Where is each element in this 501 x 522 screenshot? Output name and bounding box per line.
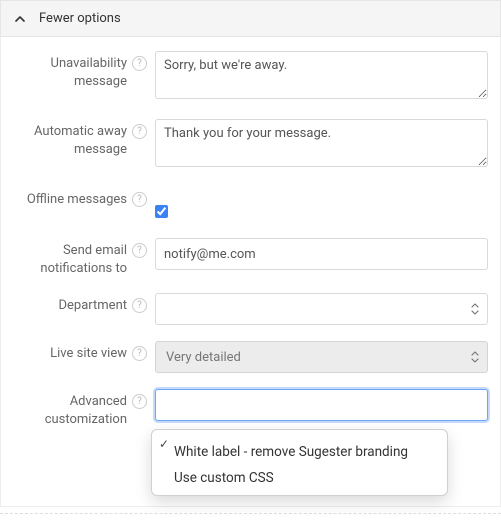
row-unavailability: Unavailability message ? bbox=[11, 43, 490, 111]
label-live-site-view: Live site view ? bbox=[13, 341, 155, 363]
help-icon[interactable]: ? bbox=[132, 243, 147, 258]
row-live-site-view: Live site view ? Very detailed bbox=[11, 333, 490, 381]
panel-title: Fewer options bbox=[39, 11, 121, 26]
panel-body: Unavailability message ? Automatic away … bbox=[0, 37, 501, 507]
advanced-customization-dropdown: White label - remove Sugester branding U… bbox=[151, 429, 448, 496]
row-advanced-customization: Advanced customization ? bbox=[11, 381, 490, 436]
dropdown-option-custom-css[interactable]: Use custom CSS bbox=[152, 466, 447, 492]
panel-header[interactable]: Fewer options bbox=[0, 0, 501, 37]
row-notify-email: Send email notifications to ? bbox=[11, 230, 490, 285]
department-select[interactable] bbox=[155, 293, 488, 325]
help-icon[interactable]: ? bbox=[132, 192, 147, 207]
dropdown-option-white-label[interactable]: White label - remove Sugester branding bbox=[152, 440, 447, 466]
label-auto-away: Automatic away message ? bbox=[13, 119, 155, 158]
row-department: Department ? bbox=[11, 285, 490, 333]
row-auto-away: Automatic away message ? bbox=[11, 111, 490, 179]
label-department: Department ? bbox=[13, 293, 155, 315]
label-offline-messages: Offline messages ? bbox=[13, 187, 155, 209]
label-advanced-customization: Advanced customization ? bbox=[13, 389, 155, 428]
row-offline-messages: Offline messages ? bbox=[11, 179, 490, 230]
unavailability-message-input[interactable] bbox=[155, 51, 488, 99]
auto-away-message-input[interactable] bbox=[155, 119, 488, 167]
help-icon[interactable]: ? bbox=[132, 346, 147, 361]
live-site-view-select[interactable]: Very detailed bbox=[155, 341, 488, 373]
label-unavailability: Unavailability message ? bbox=[13, 51, 155, 90]
select-sort-icon bbox=[471, 351, 479, 363]
advanced-customization-select[interactable] bbox=[155, 389, 488, 421]
notify-email-input[interactable] bbox=[155, 238, 488, 270]
divider bbox=[0, 513, 501, 514]
label-notify-email: Send email notifications to ? bbox=[13, 238, 155, 277]
help-icon[interactable]: ? bbox=[132, 124, 147, 139]
settings-panel: Fewer options Unavailability message ? A… bbox=[0, 0, 501, 514]
select-sort-icon bbox=[471, 303, 479, 315]
collapse-caret-icon bbox=[15, 14, 25, 24]
help-icon[interactable]: ? bbox=[132, 298, 147, 313]
help-icon[interactable]: ? bbox=[132, 394, 147, 409]
help-icon[interactable]: ? bbox=[132, 56, 147, 71]
offline-messages-checkbox[interactable] bbox=[155, 205, 168, 218]
